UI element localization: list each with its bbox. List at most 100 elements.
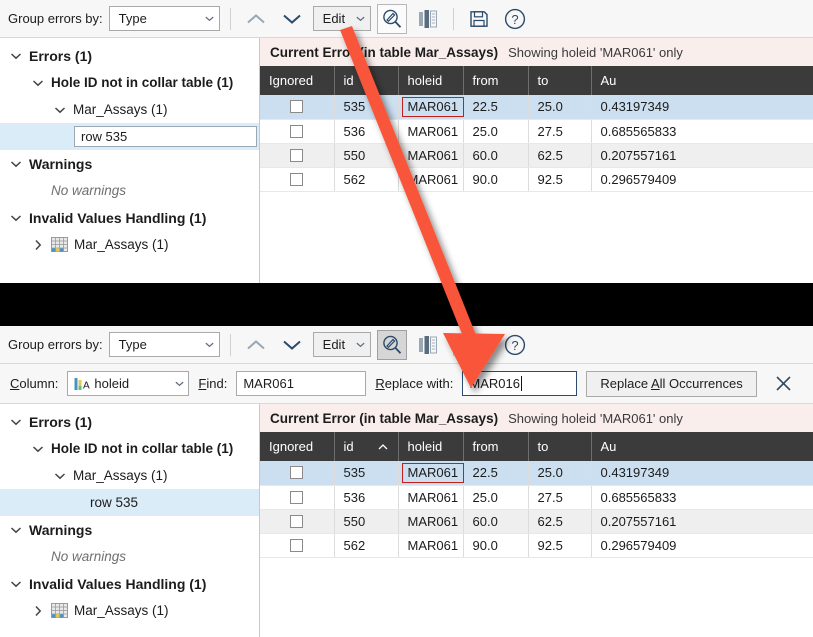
chevron-down-icon[interactable] (8, 48, 24, 64)
chevron-down-icon[interactable] (52, 102, 68, 118)
cell-holeid: MAR061 (398, 167, 463, 191)
column-header-ignored[interactable]: Ignored (260, 66, 334, 95)
table-row[interactable]: 535 MAR061 22.5 25.0 0.43197349 (260, 95, 813, 119)
chevron-down-icon[interactable] (8, 156, 24, 172)
column-header-from[interactable]: from (463, 66, 528, 95)
ignored-checkbox[interactable] (290, 173, 303, 186)
cell-to: 25.0 (528, 461, 591, 485)
ignored-checkbox[interactable] (290, 149, 303, 162)
table-row[interactable]: 550 MAR061 60.0 62.5 0.207557161 (260, 509, 813, 533)
current-error-subtitle: Showing holeid 'MAR061' only (508, 411, 683, 426)
cell-ignored[interactable] (260, 95, 334, 119)
ignored-checkbox[interactable] (290, 539, 303, 552)
tree-node-hole-id-not-in-collar[interactable]: Hole ID not in collar table (1) (0, 69, 259, 96)
cell-ignored[interactable] (260, 485, 334, 509)
tree-node-invalid-values[interactable]: Invalid Values Handling (1) (0, 204, 259, 231)
cell-holeid[interactable]: MAR061 (398, 95, 463, 119)
tree-node-mar-assays-error[interactable]: Mar_Assays (1) (0, 462, 259, 489)
chevron-down-icon[interactable] (8, 522, 24, 538)
find-replace-button[interactable] (377, 4, 407, 34)
cell-ignored[interactable] (260, 461, 334, 485)
next-error-button[interactable] (277, 330, 307, 360)
column-header-au[interactable]: Au (591, 66, 813, 95)
tree-node-errors[interactable]: Errors (1) (0, 42, 259, 69)
tree-node-warnings[interactable]: Warnings (0, 150, 259, 177)
group-errors-by-select[interactable]: Type (109, 6, 220, 31)
chevron-down-icon[interactable] (30, 75, 46, 91)
toolbar-separator-2 (453, 8, 454, 30)
edit-menu-button[interactable]: Edit (313, 332, 371, 357)
cell-ignored[interactable] (260, 533, 334, 557)
cell-ignored[interactable] (260, 143, 334, 167)
column-header-id[interactable]: id (334, 432, 398, 461)
close-find-replace-button[interactable] (772, 372, 796, 396)
table-row[interactable]: 536 MAR061 25.0 27.5 0.685565833 (260, 119, 813, 143)
tree-label-invalid-values: Invalid Values Handling (1) (29, 210, 206, 226)
save-button[interactable] (464, 4, 494, 34)
table-row[interactable]: 536 MAR061 25.0 27.5 0.685565833 (260, 485, 813, 509)
chevron-down-icon[interactable] (8, 210, 24, 226)
column-header-to[interactable]: to (528, 432, 591, 461)
previous-error-button[interactable] (241, 330, 271, 360)
column-header-au[interactable]: Au (591, 432, 813, 461)
ignored-checkbox[interactable] (290, 466, 303, 479)
group-errors-by-select[interactable]: Type (109, 332, 220, 357)
previous-error-button[interactable] (241, 4, 271, 34)
ignored-checkbox[interactable] (290, 515, 303, 528)
ignored-checkbox[interactable] (290, 491, 303, 504)
table-row[interactable]: 535 MAR061 22.5 25.0 0.43197349 (260, 461, 813, 485)
save-button[interactable] (464, 330, 494, 360)
cell-ignored[interactable] (260, 509, 334, 533)
tree-node-row-535-top[interactable]: row 535 (0, 123, 259, 150)
table-row[interactable]: 550 MAR061 60.0 62.5 0.207557161 (260, 143, 813, 167)
column-width-button[interactable] (413, 4, 443, 34)
ignored-checkbox[interactable] (290, 100, 303, 113)
tree-node-invalid-mar-assays[interactable]: Mar_Assays (1) (0, 231, 259, 258)
chevron-down-icon[interactable] (8, 414, 24, 430)
column-header-ignored[interactable]: Ignored (260, 432, 334, 461)
chevron-down-icon[interactable] (8, 576, 24, 592)
column-width-button[interactable] (413, 330, 443, 360)
holeid-error-cell: MAR061 (402, 463, 465, 483)
cell-ignored[interactable] (260, 119, 334, 143)
error-detail-top: Current Error (in table Mar_Assays) Show… (260, 38, 813, 283)
column-select[interactable]: A holeid (67, 371, 189, 396)
tree-node-hole-id-not-in-collar[interactable]: Hole ID not in collar table (1) (0, 435, 259, 462)
chevron-right-icon[interactable] (30, 603, 46, 619)
next-error-button[interactable] (277, 4, 307, 34)
row-535-edit-field[interactable]: row 535 (74, 126, 257, 147)
tree-node-warnings[interactable]: Warnings (0, 516, 259, 543)
find-replace-button[interactable] (377, 330, 407, 360)
table-row[interactable]: 562 MAR061 90.0 92.5 0.296579409 (260, 533, 813, 557)
current-error-title: Current Error (in table Mar_Assays) (270, 411, 498, 426)
help-button[interactable]: ? (500, 330, 530, 360)
cell-to: 27.5 (528, 485, 591, 509)
cell-from: 90.0 (463, 533, 528, 557)
chevron-right-icon[interactable] (30, 237, 46, 253)
column-header-to[interactable]: to (528, 66, 591, 95)
find-input[interactable]: MAR061 (236, 371, 366, 396)
column-header-id[interactable]: id (334, 66, 398, 95)
replace-all-occurrences-button[interactable]: Replace All Occurrences (586, 371, 756, 397)
chevron-down-icon[interactable] (30, 441, 46, 457)
tree-node-errors[interactable]: Errors (1) (0, 408, 259, 435)
ignored-checkbox[interactable] (290, 125, 303, 138)
chevron-down-icon[interactable] (52, 468, 68, 484)
tree-node-invalid-mar-assays[interactable]: Mar_Assays (1) (0, 597, 259, 624)
column-header-from[interactable]: from (463, 432, 528, 461)
table-row[interactable]: 562 MAR061 90.0 92.5 0.296579409 (260, 167, 813, 191)
tree-label-warnings: Warnings (29, 156, 92, 172)
help-button[interactable]: ? (500, 4, 530, 34)
edit-menu-button[interactable]: Edit (313, 6, 371, 31)
find-label: Find: (198, 376, 227, 391)
replace-with-input[interactable]: MAR016 (462, 371, 577, 396)
column-header-holeid[interactable]: holeid (398, 432, 463, 461)
cell-ignored[interactable] (260, 167, 334, 191)
tree-node-row-535-bottom[interactable]: row 535 (0, 489, 259, 516)
column-header-holeid[interactable]: holeid (398, 66, 463, 95)
tree-label-errors: Errors (1) (29, 414, 92, 430)
tree-node-invalid-values[interactable]: Invalid Values Handling (1) (0, 570, 259, 597)
tree-node-mar-assays-error[interactable]: Mar_Assays (1) (0, 96, 259, 123)
column-select-value: holeid (94, 376, 129, 391)
cell-holeid[interactable]: MAR061 (398, 461, 463, 485)
